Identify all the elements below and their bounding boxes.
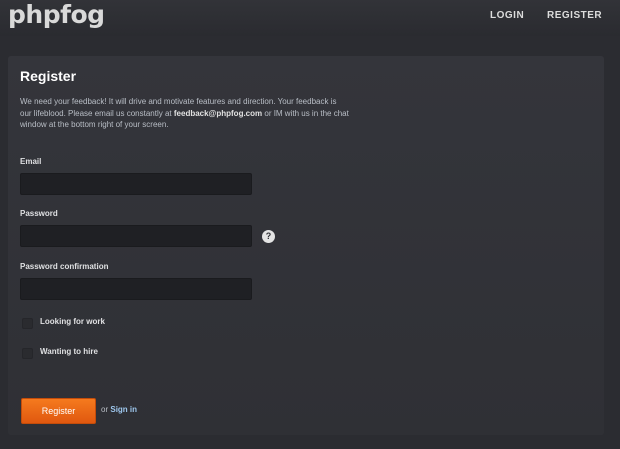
sign-in-link[interactable]: Sign in bbox=[110, 405, 137, 414]
email-field[interactable] bbox=[20, 173, 252, 195]
wanting-to-hire-checkbox[interactable] bbox=[22, 348, 33, 359]
nav-register-link[interactable]: REGISTER bbox=[547, 10, 602, 21]
looking-for-work-label[interactable]: Looking for work bbox=[40, 317, 105, 326]
page-title: Register bbox=[20, 68, 77, 84]
or-text: or bbox=[101, 405, 109, 414]
intro-text: We need your feedback! It will drive and… bbox=[20, 96, 350, 131]
wanting-to-hire-label[interactable]: Wanting to hire bbox=[40, 347, 98, 356]
looking-for-work-checkbox[interactable] bbox=[22, 318, 33, 329]
password-confirmation-label: Password confirmation bbox=[20, 262, 109, 271]
top-nav-bar: phpfog LOGIN REGISTER bbox=[0, 0, 620, 36]
password-confirmation-field[interactable] bbox=[20, 278, 252, 300]
phpfog-logo[interactable]: phpfog bbox=[8, 0, 105, 29]
password-label: Password bbox=[20, 209, 58, 218]
nav-login-link[interactable]: LOGIN bbox=[490, 10, 524, 21]
email-label: Email bbox=[20, 157, 42, 166]
signin-prompt: or Sign in bbox=[101, 405, 137, 414]
password-field[interactable] bbox=[20, 225, 252, 247]
feedback-email: feedback@phpfog.com bbox=[173, 108, 263, 118]
register-button[interactable]: Register bbox=[21, 398, 96, 424]
help-icon[interactable]: ? bbox=[262, 230, 275, 243]
register-panel: Register We need your feedback! It will … bbox=[8, 56, 604, 435]
